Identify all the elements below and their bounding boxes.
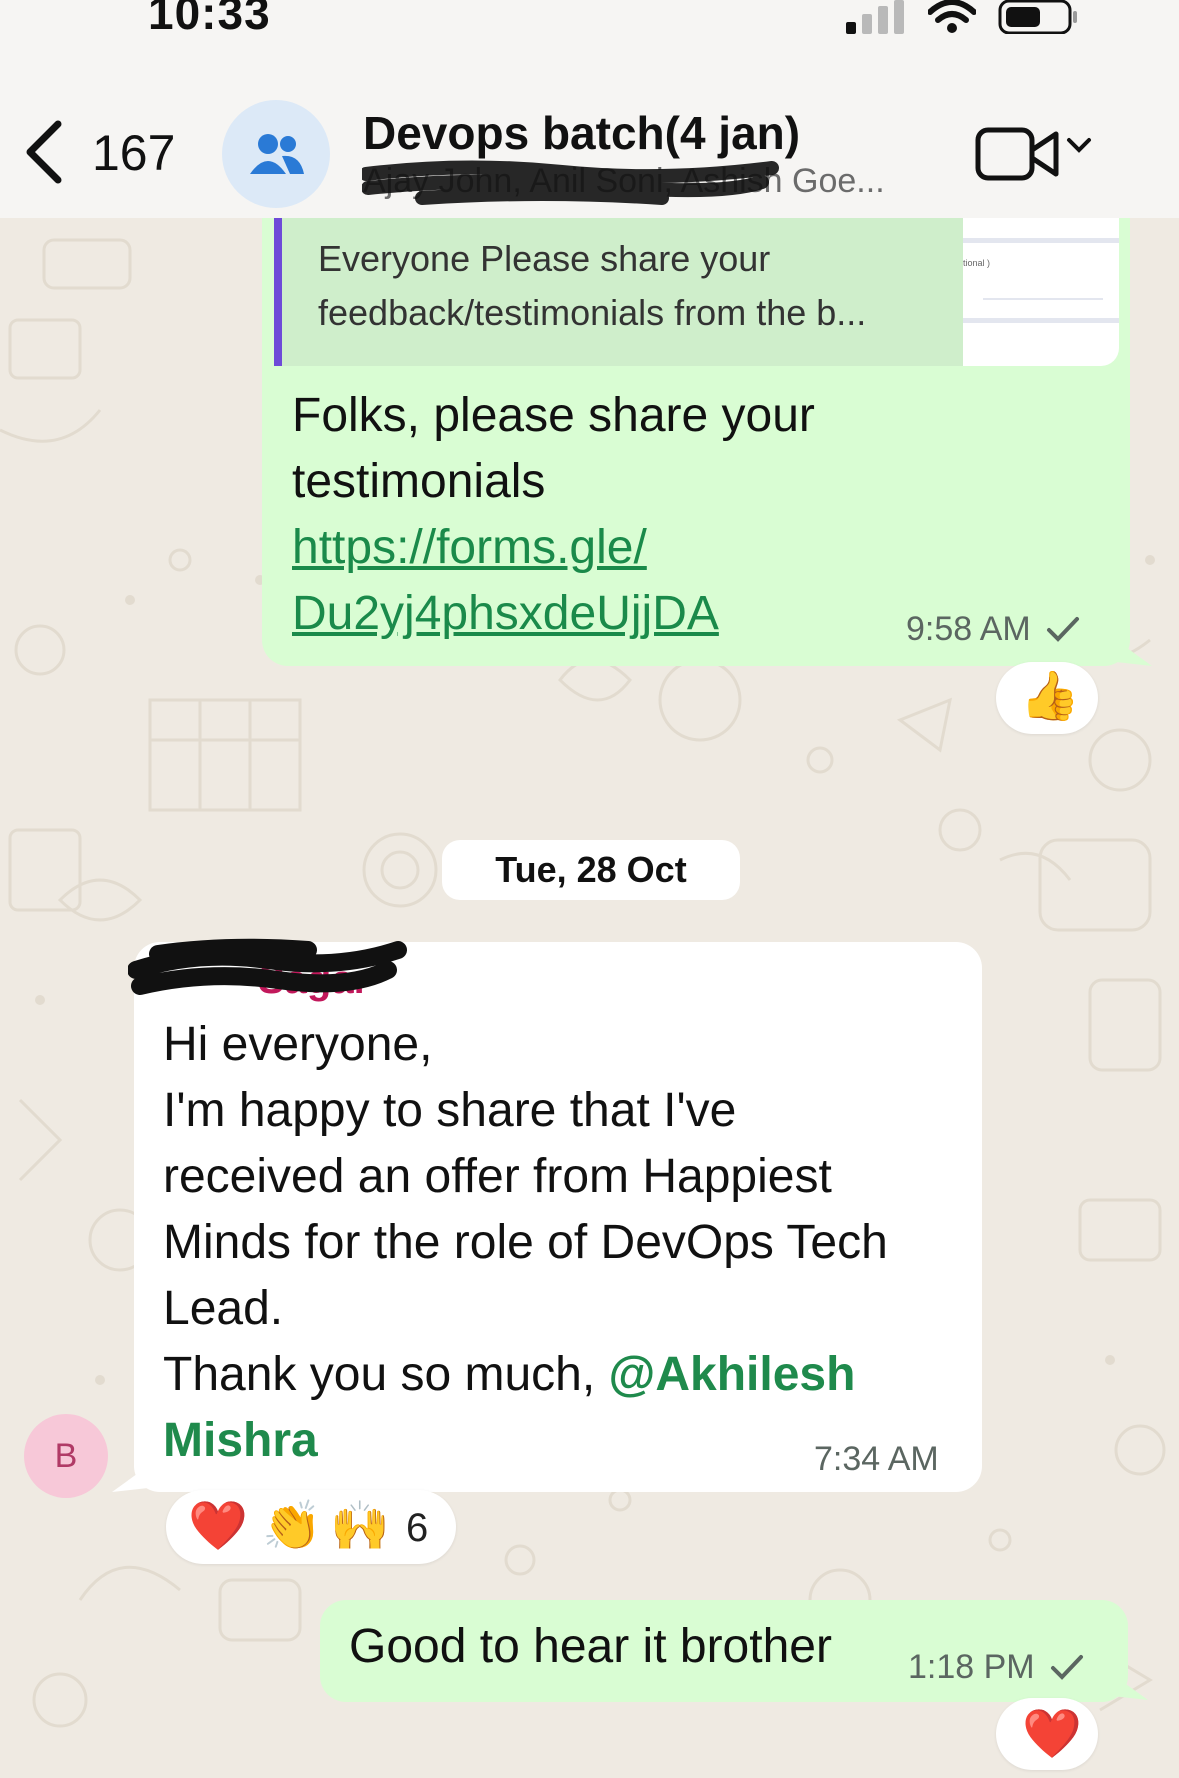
reaction-count: 6 [406,1506,429,1550]
group-name[interactable]: Devops batch(4 jan) [363,106,800,160]
status-time: 10:33 [148,0,271,39]
bubble-tail [112,1466,148,1492]
form-link[interactable]: https://forms.gle/ [292,515,1052,581]
message-text-line: Hi everyone, [163,1018,433,1071]
timestamp-text: 1:18 PM [908,1648,1035,1686]
user-mention[interactable]: Mishra [163,1414,318,1467]
redaction-scribble [362,160,779,205]
checkmark-icon [1047,617,1080,642]
message-timestamp: 9:58 AM [906,610,1080,649]
raising-hands-icon: 🙌 [330,1498,390,1554]
chat-header: 10:33 167 Devops batch(4 jan) Ajay John,… [0,0,1179,218]
battery-icon [998,0,1077,34]
message-text-fragment: Thank you so much, [163,1348,609,1401]
message-timestamp: 1:18 PM [908,1648,1084,1687]
chevron-left-icon[interactable] [22,120,64,184]
message-text: Good to hear it brother [349,1620,832,1673]
message-text-line: Thank you so much, @Akhilesh [163,1342,963,1408]
unread-count[interactable]: 167 [92,124,175,182]
message-text: Hi everyone, I'm happy to share that I'v… [163,1012,963,1474]
sender-avatar[interactable]: B [24,1414,108,1498]
clapping-hands-icon: 👏 [262,1498,322,1554]
message-timestamp: 7:34 AM [814,1440,939,1478]
bubble-tail [1112,1674,1148,1700]
redaction-scribble [128,938,407,995]
message-text-line: Minds for the role of DevOps Tech [163,1216,888,1269]
message-text-line: Lead. [163,1282,284,1335]
wifi-icon [928,0,976,33]
date-divider: Tue, 28 Oct [442,840,740,900]
video-camera-icon[interactable] [974,124,1062,184]
reaction-pill[interactable]: ❤️ [996,1698,1098,1770]
heart-icon: ❤️ [188,1498,248,1554]
message-text-line: I'm happy to share that I've [163,1084,737,1137]
chevron-down-icon[interactable] [1066,137,1092,155]
group-avatar[interactable] [222,100,330,208]
message-text-line: Folks, please share your [292,389,815,442]
message-text-line: testimonials [292,455,546,508]
reaction-pill[interactable]: 👍 [996,662,1098,734]
bubble-tail [1116,640,1152,666]
message-text: Folks, please share your testimonials ht… [292,383,1052,647]
checkmark-icon [1051,1655,1084,1680]
thumbs-up-icon: 👍 [1020,668,1080,724]
thumbnail-label: tional ) [963,258,991,268]
reaction-pill[interactable]: ❤️ 👏 🙌 6 [166,1490,456,1564]
group-people-icon [250,134,304,174]
cellular-signal-icon [846,0,904,34]
quoted-message[interactable]: Everyone Please share your feedback/test… [274,218,964,366]
quoted-message-thumbnail: tional ) [963,218,1119,366]
user-mention[interactable]: @Akhilesh [609,1348,856,1401]
quoted-message-text: Everyone Please share your feedback/test… [318,238,867,333]
message-text-line: received an offer from Happiest [163,1150,832,1203]
timestamp-text: 9:58 AM [906,610,1031,648]
heart-icon: ❤️ [1022,1706,1082,1762]
